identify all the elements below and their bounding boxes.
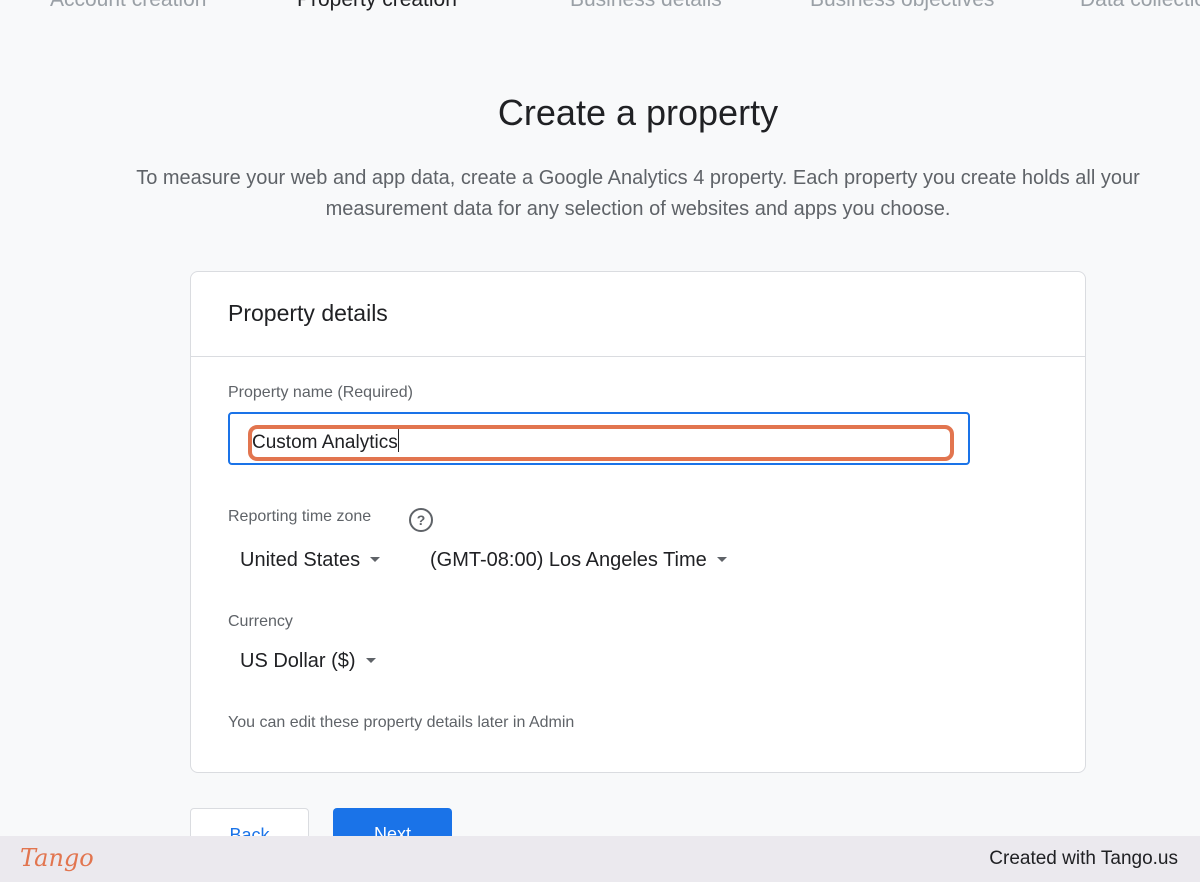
step-property-creation: Property creation [297,0,457,12]
page-title: Create a property [497,92,779,133]
tango-footer: Tango Created with Tango.us [0,836,1200,882]
step-business-objectives: Business objectives [810,0,994,12]
intro-line-2: measurement data for any selection of we… [325,198,951,220]
currency-value: US Dollar ($) [240,650,356,672]
tango-logo: Tango [20,844,94,872]
card-title: Property details [228,300,388,326]
text-cursor [397,429,399,452]
intro-line-1: To measure your web and app data, create… [136,167,1140,189]
step-data-collection: Data collection [1080,0,1200,12]
country-select[interactable]: United States [240,549,381,572]
edit-later-note: You can edit these property details late… [228,714,575,731]
timezone-label: Reporting time zone [228,508,372,525]
setup-stepper: Account creation Property creation Busin… [0,0,1200,12]
timezone-select[interactable]: (GMT-08:00) Los Angeles Time [430,549,727,572]
arrow-drop-down-icon [370,557,381,562]
property-details-card: Property details Property name (Required… [190,271,1086,773]
currency-label: Currency [228,613,293,630]
step-account-creation: Account creation [50,0,206,12]
page-intro: To measure your web and app data, create… [0,163,1200,225]
property-name-value[interactable]: Custom Analytics [252,429,399,454]
country-value: United States [240,549,361,571]
property-name-label: Property name (Required) [228,384,413,401]
currency-select[interactable]: US Dollar ($) [240,650,376,673]
arrow-drop-down-icon [716,557,727,562]
card-divider [191,356,1085,357]
property-name-input[interactable]: Custom Analytics [228,412,970,465]
created-with-text: Created with Tango.us [989,848,1178,869]
help-icon[interactable]: ? [409,508,433,532]
step-business-details: Business details [570,0,722,12]
timezone-value: (GMT-08:00) Los Angeles Time [430,549,707,571]
arrow-drop-down-icon [365,658,376,663]
